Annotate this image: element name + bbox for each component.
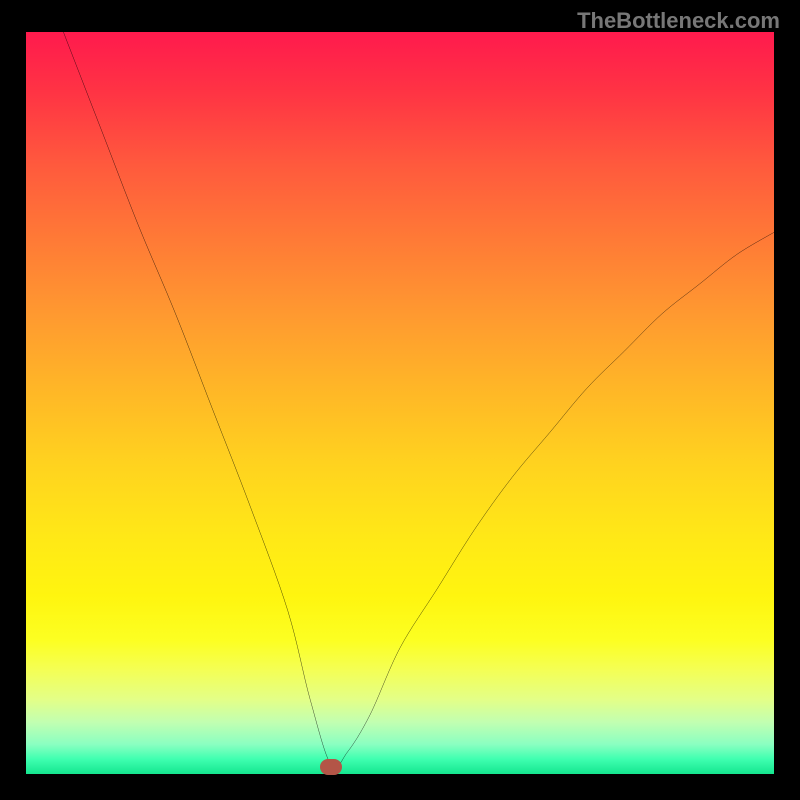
bottleneck-curve [63, 32, 774, 768]
watermark-text: TheBottleneck.com [577, 8, 780, 34]
plot-area [26, 32, 774, 774]
curve-svg [26, 32, 774, 774]
chart-container: TheBottleneck.com [0, 0, 800, 800]
optimal-point-marker [320, 759, 342, 775]
